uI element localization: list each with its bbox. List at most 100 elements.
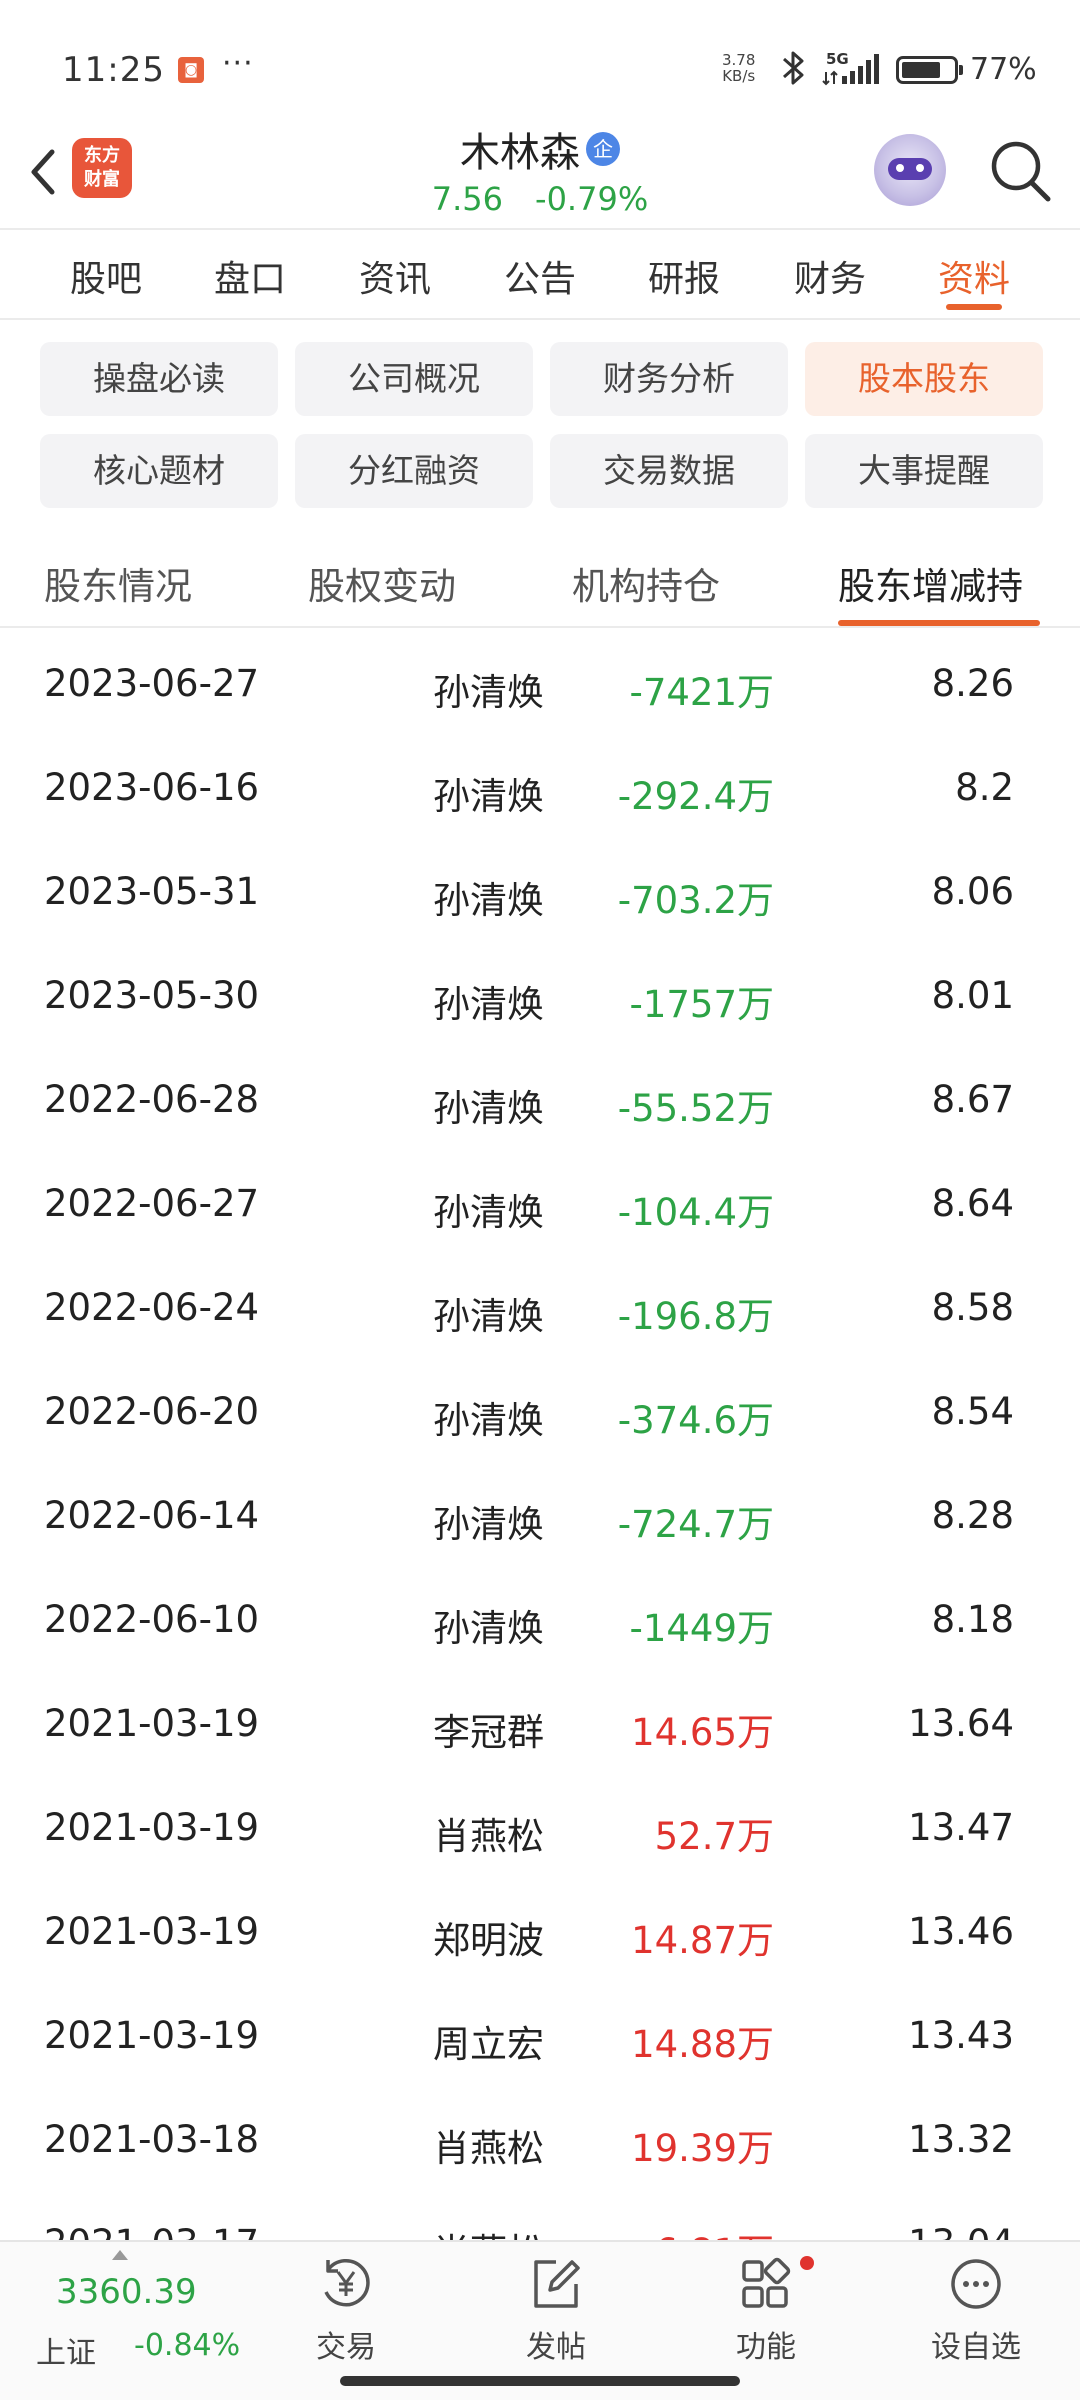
row-holder-name: 郑明波 — [433, 1919, 544, 1962]
row-price: 8.26 — [931, 662, 1014, 705]
row-price: 8.18 — [931, 1598, 1014, 1641]
tab-research[interactable]: 研报 — [624, 250, 744, 302]
tab-guba[interactable]: 股吧 — [46, 250, 166, 302]
table-row[interactable]: 2023-05-30 孙清焕 -1757万 8.01 — [0, 942, 1080, 1046]
row-date: 2022-06-24 — [44, 1286, 260, 1329]
row-price: 8.28 — [931, 1494, 1014, 1537]
row-change-amount: 6.81万 — [560, 2222, 774, 2240]
index-change[interactable]: -0.84% — [134, 2328, 240, 2363]
row-change-amount: -724.7万 — [617, 1503, 774, 1546]
btn-dividends-financing[interactable]: 分红融资 — [295, 434, 533, 508]
row-price: 13.32 — [908, 2118, 1014, 2161]
nav-add-watchlist[interactable]: 设自选 — [916, 2256, 1036, 2376]
nav-post[interactable]: 发帖 — [496, 2256, 616, 2376]
active-tab-indicator — [946, 304, 1002, 310]
home-indicator[interactable] — [340, 2376, 740, 2386]
tab-news[interactable]: 资讯 — [335, 250, 455, 302]
row-date: 2022-06-28 — [44, 1078, 260, 1121]
table-row[interactable]: 2022-06-24 孙清焕 -196.8万 8.58 — [0, 1254, 1080, 1358]
table-row[interactable]: 2021-03-19 周立宏 14.88万 13.43 — [0, 1982, 1080, 2086]
status-bar: 11:25 ◙ ··· 3.78 KB/s 5G 77% — [0, 0, 1080, 120]
btn-trading-data[interactable]: 交易数据 — [550, 434, 788, 508]
tabs-divider — [0, 318, 1080, 320]
row-change-amount: -1757万 — [629, 983, 774, 1026]
row-holder-name: 周立宏 — [433, 2023, 544, 2066]
row-change-amount: -292.4万 — [617, 775, 774, 818]
battery-icon — [896, 56, 963, 84]
status-time: 11:25 — [62, 50, 165, 90]
network-speed: 3.78 KB/s — [722, 52, 755, 84]
table-row[interactable]: 2021-03-19 肖燕松 52.7万 13.47 — [0, 1774, 1080, 1878]
row-price: 8.01 — [931, 974, 1014, 1017]
table-row[interactable]: 2022-06-20 孙清焕 -374.6万 8.54 — [0, 1358, 1080, 1462]
row-holder-name: 肖燕松 — [433, 1815, 544, 1858]
btn-event-reminders[interactable]: 大事提醒 — [805, 434, 1043, 508]
index-expand-caret-icon[interactable] — [112, 2250, 128, 2260]
stock-name: 木林森 — [460, 130, 580, 176]
btn-shareholders[interactable]: 股本股东 — [805, 342, 1043, 416]
row-date: 2022-06-10 — [44, 1598, 260, 1641]
subtab-institution-holdings[interactable]: 机构持仓 — [572, 556, 720, 610]
table-row[interactable]: 2023-06-27 孙清焕 -7421万 8.26 — [0, 630, 1080, 734]
trade-yen-icon — [324, 2259, 370, 2307]
compose-icon — [534, 2260, 580, 2308]
btn-financial-analysis[interactable]: 财务分析 — [550, 342, 788, 416]
row-price: 8.67 — [931, 1078, 1014, 1121]
tab-pankou[interactable]: 盘口 — [190, 250, 310, 302]
enterprise-badge-icon: 企 — [586, 132, 620, 166]
apps-grid-icon — [742, 2257, 791, 2308]
table-row[interactable]: 2022-06-27 孙清焕 -104.4万 8.64 — [0, 1150, 1080, 1254]
bluetooth-icon — [783, 51, 804, 85]
row-date: 2023-06-16 — [44, 766, 260, 809]
row-price: 8.54 — [931, 1390, 1014, 1433]
ai-assistant-robot-icon[interactable] — [874, 134, 946, 206]
table-row[interactable]: 2022-06-10 孙清焕 -1449万 8.18 — [0, 1566, 1080, 1670]
subtab-equity-change[interactable]: 股权变动 — [308, 556, 456, 610]
table-row[interactable]: 2021-03-17 肖燕松 6.81万 13.04 — [0, 2190, 1080, 2240]
table-row[interactable]: 2021-03-19 李冠群 14.65万 13.64 — [0, 1670, 1080, 1774]
subtab-holding-changes[interactable]: 股东增减持 — [838, 556, 1023, 610]
table-row[interactable]: 2023-06-16 孙清焕 -292.4万 8.2 — [0, 734, 1080, 838]
tab-announcements[interactable]: 公告 — [480, 250, 600, 302]
table-row[interactable]: 2023-05-31 孙清焕 -703.2万 8.06 — [0, 838, 1080, 942]
row-date: 2023-06-27 — [44, 662, 260, 705]
subtab-shareholder-info[interactable]: 股东情况 — [44, 556, 192, 610]
nav-functions-label: 功能 — [736, 2330, 796, 2365]
row-date: 2022-06-14 — [44, 1494, 260, 1537]
tab-profile[interactable]: 资料 — [914, 250, 1034, 302]
table-row[interactable]: 2022-06-14 孙清焕 -724.7万 8.28 — [0, 1462, 1080, 1566]
table-row[interactable]: 2021-03-19 郑明波 14.87万 13.46 — [0, 1878, 1080, 1982]
row-change-amount: -7421万 — [629, 671, 774, 714]
row-date: 2021-03-18 — [44, 2118, 260, 2161]
row-holder-name: 孙清焕 — [433, 879, 544, 922]
table-row[interactable]: 2021-03-18 肖燕松 19.39万 13.32 — [0, 2086, 1080, 2190]
btn-company-overview[interactable]: 公司概况 — [295, 342, 533, 416]
btn-trading-must-read[interactable]: 操盘必读 — [40, 342, 278, 416]
more-dots-icon — [951, 2259, 1001, 2309]
row-holder-name: 孙清焕 — [433, 1503, 544, 1546]
index-value[interactable]: 3360.39 — [56, 2272, 197, 2312]
search-icon[interactable] — [988, 138, 1052, 204]
row-holder-name: 肖燕松 — [433, 2127, 544, 2170]
tab-finance[interactable]: 财务 — [770, 250, 890, 302]
nav-trade[interactable]: 交易 — [286, 2256, 406, 2376]
nav-post-label: 发帖 — [526, 2330, 586, 2365]
table-row[interactable]: 2022-06-28 孙清焕 -55.52万 8.67 — [0, 1046, 1080, 1150]
row-holder-name: 孙清焕 — [433, 983, 544, 1026]
row-price: 8.2 — [955, 766, 1014, 809]
signal-icon — [822, 54, 879, 86]
row-change-amount: 52.7万 — [654, 1815, 774, 1858]
index-name[interactable]: 上证 — [36, 2328, 96, 2372]
stock-header: 东方 财富 木林森企 7.56 -0.79% — [0, 120, 1080, 228]
row-change-amount: 14.88万 — [631, 2023, 774, 2066]
subtab-divider — [0, 626, 1080, 628]
stock-change-pct: -0.79% — [535, 180, 649, 218]
btn-core-themes[interactable]: 核心题材 — [40, 434, 278, 508]
nav-functions[interactable]: 功能 — [706, 2256, 826, 2376]
row-holder-name: 孙清焕 — [433, 1607, 544, 1650]
nav-add-watchlist-label: 设自选 — [931, 2330, 1021, 2365]
app-notification-icon: ◙ — [178, 57, 204, 83]
row-holder-name: 孙清焕 — [433, 1399, 544, 1442]
row-date: 2021-03-19 — [44, 1702, 260, 1745]
row-holder-name: 肖燕松 — [400, 2222, 544, 2240]
